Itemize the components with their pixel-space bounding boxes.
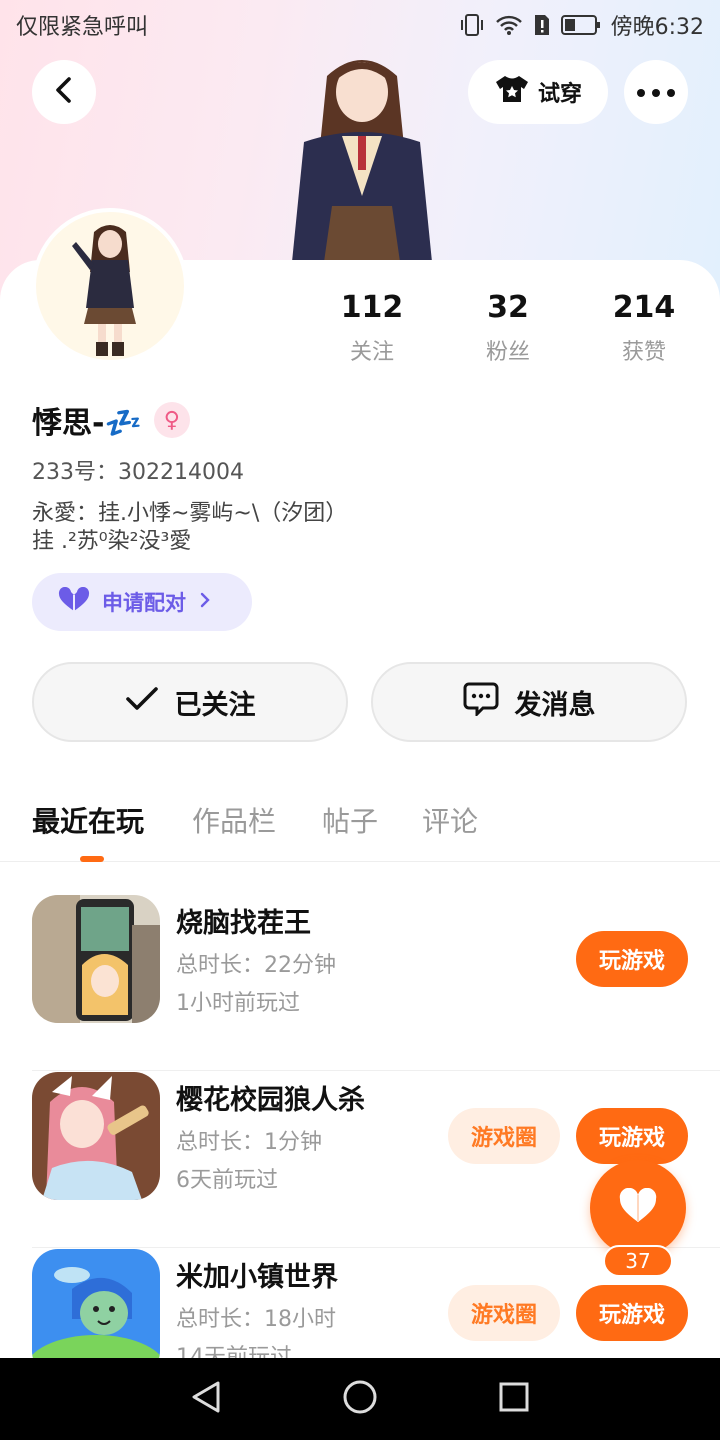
more-button[interactable] [624, 60, 688, 124]
stat-label: 获赞 [621, 340, 666, 365]
stat-value: 32 [487, 290, 529, 325]
system-nav-bar [0, 1358, 720, 1440]
play-game-button[interactable]: 玩游戏 [576, 931, 688, 987]
game-duration: 总时长：1分钟 [176, 1130, 322, 1155]
stat-value: 214 [612, 290, 676, 325]
tab-recently-played[interactable]: 最近在玩 [32, 800, 144, 840]
stat-label: 关注 [349, 340, 394, 365]
like-count-badge: 37 [603, 1245, 673, 1277]
tab-posts[interactable]: 帖子 [322, 800, 378, 840]
game-last-played: 1小时前玩过 [176, 991, 300, 1016]
game-duration: 总时长：22分钟 [176, 953, 336, 978]
like-button[interactable] [590, 1160, 686, 1256]
game-list-item[interactable]: 烧脑找茬王 总时长：22分钟 1小时前玩过 玩游戏 [32, 895, 720, 1071]
checkmark-icon [125, 686, 159, 719]
game-name: 米加小镇世界 [176, 1262, 338, 1293]
try-on-button[interactable]: 试穿 [468, 60, 608, 124]
tab-comments[interactable]: 评论 [422, 800, 478, 840]
chevron-right-icon [198, 590, 212, 614]
play-game-button[interactable]: 玩游戏 [576, 1285, 688, 1341]
game-icon [32, 895, 160, 1023]
game-circle-button[interactable]: 游戏圈 [448, 1108, 560, 1164]
stat-value: 112 [340, 290, 404, 325]
wifi-icon [495, 14, 523, 36]
status-time: 傍晚6:32 [610, 15, 704, 40]
stat-fans[interactable]: 32 粉丝 [440, 290, 576, 366]
back-arrow-icon [52, 76, 76, 108]
play-game-button[interactable]: 玩游戏 [576, 1108, 688, 1164]
game-last-played: 6天前玩过 [176, 1168, 278, 1193]
nav-home-icon[interactable] [342, 1379, 378, 1419]
heart-icon [618, 1187, 658, 1228]
game-name: 樱花校园狼人杀 [176, 1085, 365, 1116]
profile-tabs: 最近在玩 作品栏 帖子 评论 [0, 790, 720, 862]
bio-line: 永愛：挂.小悸~雾屿~\（汐团） [32, 501, 348, 526]
stat-likes[interactable]: 214 获赞 [576, 290, 712, 366]
game-name: 烧脑找茬王 [176, 908, 311, 939]
send-message-label: 发消息 [514, 689, 596, 721]
tab-works[interactable]: 作品栏 [192, 800, 276, 840]
user-id: 233号：302214004 [32, 460, 244, 485]
sim-alert-icon [533, 13, 551, 37]
character-illustration [282, 46, 442, 262]
nav-back-icon[interactable] [190, 1380, 222, 1418]
apply-pair-label: 申请配对 [102, 591, 186, 615]
bio: 永愛：挂.小悸~雾屿~\（汐团） 挂 .²苏⁰染²没³愛 [32, 500, 347, 556]
heart-pair-icon [58, 586, 90, 618]
followed-label: 已关注 [174, 689, 256, 721]
send-message-button[interactable]: 发消息 [371, 662, 687, 742]
username: 悸思-💤 [32, 406, 142, 441]
tshirt-icon [494, 74, 530, 110]
status-bar: 仅限紧急呼叫 傍晚6:32 [0, 0, 720, 50]
vibrate-icon [459, 13, 485, 37]
nav-recents-icon[interactable] [498, 1381, 530, 1417]
try-on-label: 试穿 [537, 82, 582, 107]
game-duration: 总时长：18小时 [176, 1307, 336, 1332]
female-gender-icon: ♀ [153, 402, 190, 438]
battery-icon [560, 14, 601, 36]
more-dots-icon [636, 83, 676, 102]
back-button[interactable] [32, 60, 96, 124]
game-circle-button[interactable]: 游戏圈 [448, 1285, 560, 1341]
avatar[interactable] [32, 208, 188, 364]
bio-line: 挂 .²苏⁰染²没³愛 [32, 529, 192, 554]
apply-pair-button[interactable]: 申请配对 [32, 573, 252, 631]
stat-label: 粉丝 [485, 340, 530, 365]
chat-bubble-icon [463, 682, 499, 723]
carrier-text: 仅限紧急呼叫 [16, 15, 149, 40]
stat-following[interactable]: 112 关注 [304, 290, 440, 366]
followed-button[interactable]: 已关注 [32, 662, 348, 742]
username-row: 悸思-💤 ♀ [32, 398, 190, 442]
game-icon [32, 1072, 160, 1200]
active-tab-indicator [80, 856, 104, 862]
